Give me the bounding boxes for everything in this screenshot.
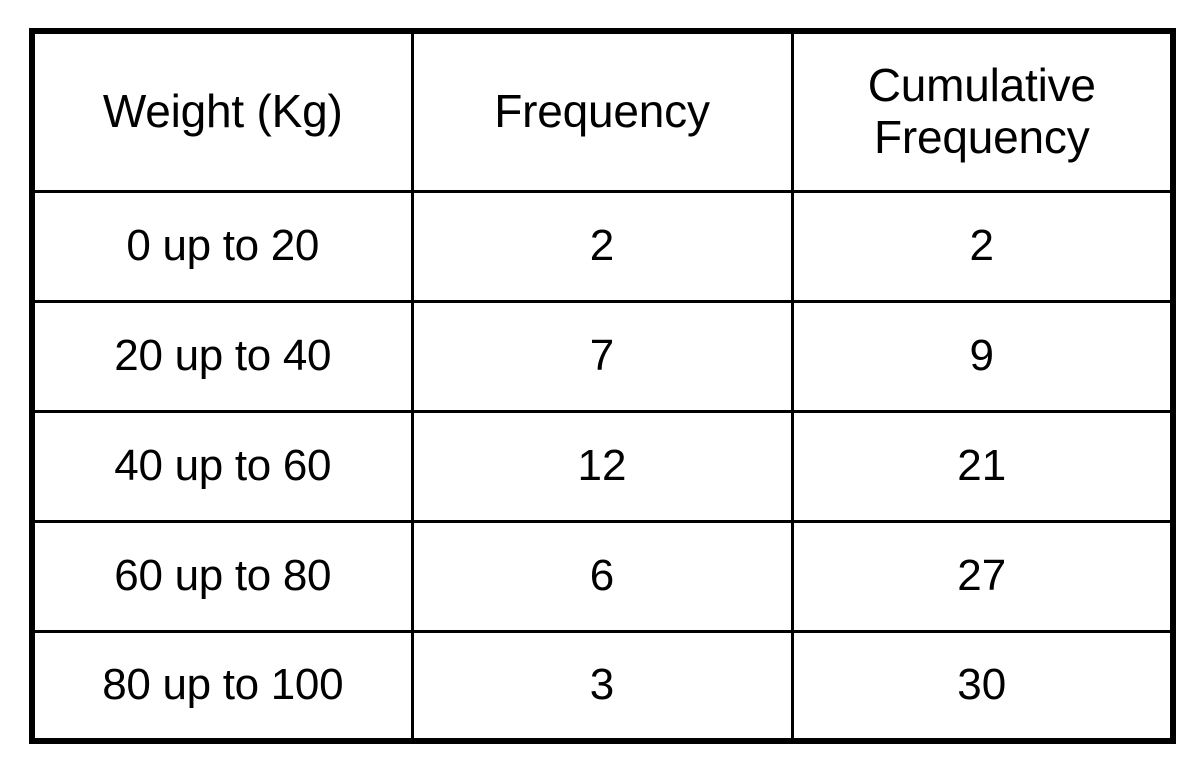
table-row: 40 up to 60 12 21 bbox=[30, 409, 1175, 523]
cell-cumulative-frequency: 9 bbox=[790, 299, 1175, 413]
table-row: 60 up to 80 6 27 bbox=[30, 519, 1175, 633]
table-row: 0 up to 20 2 2 bbox=[30, 189, 1175, 303]
column-header-cumulative-frequency-label: Cumulative Frequency bbox=[867, 59, 1096, 163]
column-header-frequency-label: Frequency bbox=[494, 84, 710, 137]
cell-cumulative-frequency: 21 bbox=[790, 409, 1175, 523]
cell-frequency: 12 bbox=[410, 409, 794, 523]
cell-cumulative-frequency: 30 bbox=[790, 629, 1175, 743]
column-header-weight-label: Weight (Kg) bbox=[102, 84, 343, 137]
cell-frequency: 3 bbox=[410, 629, 794, 743]
page-root: Weight (Kg) Frequency Cumulative Frequen… bbox=[0, 0, 1200, 766]
table-header: Weight (Kg) Frequency Cumulative Frequen… bbox=[30, 29, 1175, 193]
table-row: 80 up to 100 3 30 bbox=[30, 629, 1175, 743]
frequency-distribution-table: Weight (Kg) Frequency Cumulative Frequen… bbox=[29, 28, 1176, 744]
cell-weight: 0 up to 20 bbox=[30, 189, 414, 303]
table-row: 20 up to 40 7 9 bbox=[30, 299, 1175, 413]
cell-weight: 20 up to 40 bbox=[30, 299, 414, 413]
column-header-cumulative-frequency: Cumulative Frequency bbox=[790, 29, 1175, 193]
table-header-row: Weight (Kg) Frequency Cumulative Frequen… bbox=[30, 29, 1175, 193]
column-header-weight: Weight (Kg) bbox=[30, 29, 414, 193]
column-header-frequency: Frequency bbox=[410, 29, 794, 193]
table-body: 0 up to 20 2 2 20 up to 40 7 9 40 up to … bbox=[30, 189, 1175, 743]
cell-frequency: 2 bbox=[410, 189, 794, 303]
cell-frequency: 7 bbox=[410, 299, 794, 413]
cell-cumulative-frequency: 2 bbox=[790, 189, 1175, 303]
cell-cumulative-frequency: 27 bbox=[790, 519, 1175, 633]
cell-frequency: 6 bbox=[410, 519, 794, 633]
cell-weight: 80 up to 100 bbox=[30, 629, 414, 743]
cell-weight: 40 up to 60 bbox=[30, 409, 414, 523]
cell-weight: 60 up to 80 bbox=[30, 519, 414, 633]
